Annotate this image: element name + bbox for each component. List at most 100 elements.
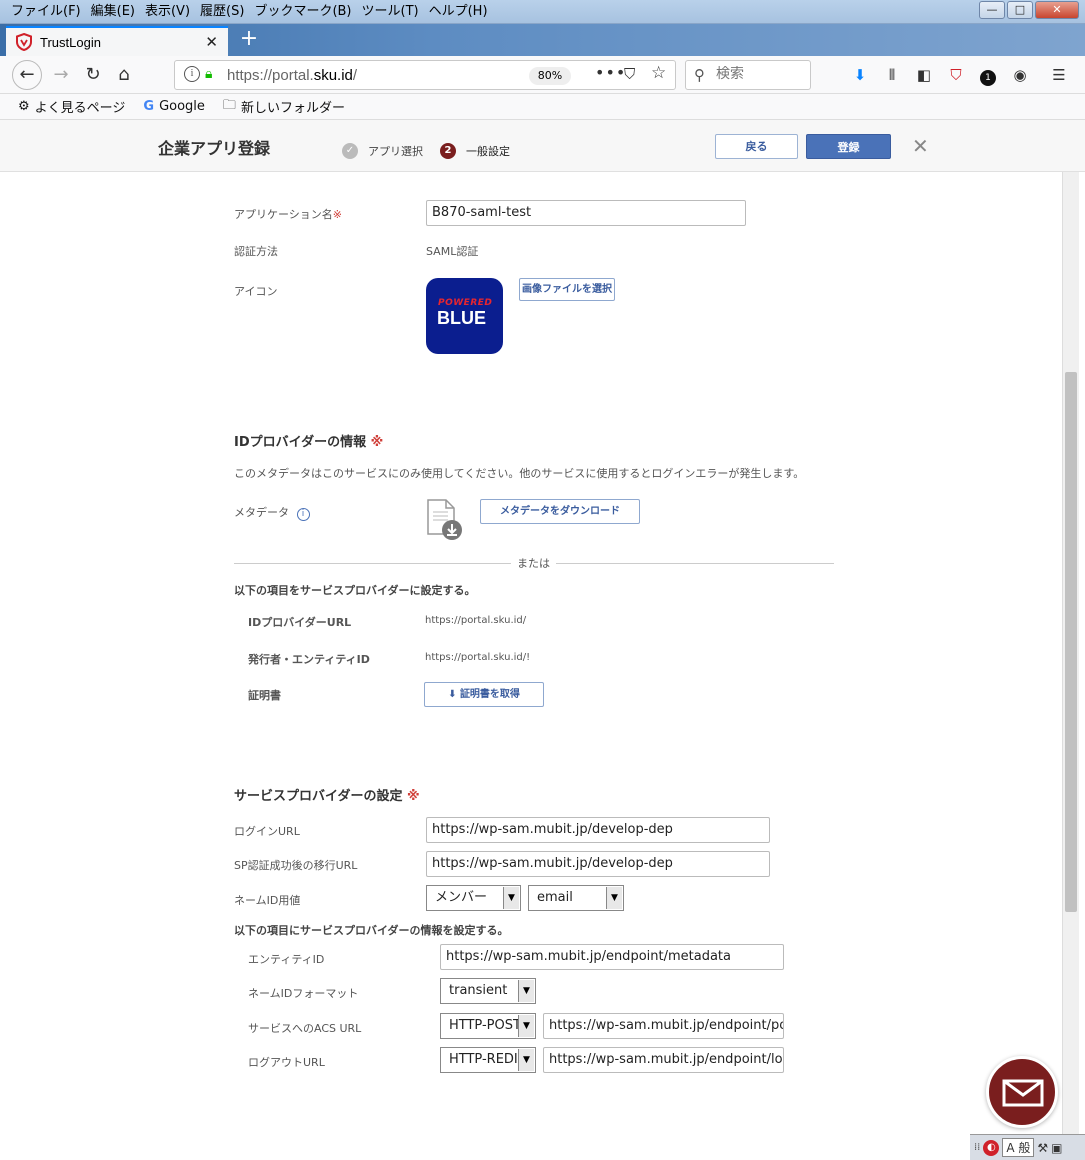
dropdown-arrow-icon: ▼ xyxy=(518,980,534,1002)
select-value: email xyxy=(537,890,573,905)
search-input[interactable] xyxy=(716,66,806,82)
menu-edit[interactable]: 編集(E) xyxy=(86,2,140,22)
bookmark-most-visited[interactable]: ⚙ よく見るページ xyxy=(18,97,125,116)
info-icon[interactable]: i xyxy=(296,508,310,521)
tray-tools-icon[interactable]: ⚒ xyxy=(1037,1141,1048,1155)
menu-history[interactable]: 履歴(S) xyxy=(195,2,249,22)
tab-title: TrustLogin xyxy=(40,34,101,50)
reload-icon[interactable]: ↻ xyxy=(79,61,107,89)
back-arrow-icon[interactable]: ← xyxy=(12,60,42,90)
url-bar[interactable]: i 🔒︎ https://portal.sku.id/ 80% ••• ⛉ ☆ xyxy=(174,60,676,90)
trustlogin-shield-icon xyxy=(16,33,32,51)
entity-id-label: エンティティID xyxy=(248,953,325,966)
tray-app-icon[interactable]: ◐ xyxy=(983,1139,1000,1156)
select-image-button[interactable]: 画像ファイルを選択 xyxy=(519,278,615,301)
trustlogin-extension-icon[interactable]: ⛉ xyxy=(945,65,967,87)
site-info-icon[interactable]: i xyxy=(184,66,200,82)
tab-trustlogin[interactable]: TrustLogin ✕ xyxy=(6,26,228,56)
bookmark-label: 新しいフォルダー xyxy=(240,101,345,116)
logout-url-input[interactable]: https://wp-sam.mubit.jp/endpoint/logou xyxy=(543,1047,784,1073)
auth-method-label: 認証方法 xyxy=(234,245,278,258)
idp-section-title: IDプロバイダーの情報 ※ xyxy=(234,431,383,450)
hamburger-menu-icon[interactable]: ☰ xyxy=(1048,65,1070,87)
lock-icon: 🔒︎ xyxy=(205,66,213,82)
certificate-label: 証明書 xyxy=(248,689,281,702)
menu-bookmarks[interactable]: ブックマーク(B) xyxy=(249,2,356,22)
minimize-button[interactable]: — xyxy=(979,1,1005,19)
library-icon[interactable]: ⫴ xyxy=(881,65,903,87)
step-label: 一般設定 xyxy=(466,145,510,158)
page-actions-icon[interactable]: ••• xyxy=(595,63,626,82)
dropdown-arrow-icon: ▼ xyxy=(606,887,622,909)
auth-method-value: SAML認証 xyxy=(426,245,479,258)
register-button[interactable]: 登録 xyxy=(806,134,891,159)
contact-mail-button[interactable] xyxy=(986,1056,1058,1128)
menu-help[interactable]: ヘルプ(H) xyxy=(424,2,493,22)
issuer-value: https://portal.sku.id/! xyxy=(425,652,529,663)
logout-binding-select[interactable]: HTTP-REDIR ▼ xyxy=(440,1047,536,1073)
home-icon[interactable]: ⌂ xyxy=(110,61,138,89)
required-mark: ※ xyxy=(407,789,420,804)
forward-arrow-icon[interactable]: → xyxy=(47,61,75,89)
idp-url-value: https://portal.sku.id/ xyxy=(425,615,527,626)
page-title: 企業アプリ登録 xyxy=(158,139,271,158)
nameid-format-select[interactable]: transient ▼ xyxy=(440,978,536,1004)
navigation-bar: ← → ↻ ⌂ i 🔒︎ https://portal.sku.id/ 80% … xyxy=(0,56,1085,94)
onepassword-icon[interactable]: 1 xyxy=(977,65,999,87)
bookmark-new-folder[interactable]: 🗀 新しいフォルダー xyxy=(223,96,345,118)
or-label: または xyxy=(511,555,556,571)
redirect-url-input[interactable]: https://wp-sam.mubit.jp/develop-dep xyxy=(426,851,770,877)
zoom-level-badge[interactable]: 80% xyxy=(529,67,571,85)
bookmark-star-icon[interactable]: ☆ xyxy=(651,63,666,83)
menu-view[interactable]: 表示(V) xyxy=(140,2,195,22)
close-icon[interactable]: ✕ xyxy=(912,134,929,158)
menu-tools[interactable]: ツール(T) xyxy=(357,2,424,22)
download-metadata-button[interactable]: メタデータをダウンロード xyxy=(480,499,640,524)
folder-icon: 🗀 xyxy=(222,97,236,113)
tray-box-icon[interactable]: ▣ xyxy=(1051,1141,1062,1155)
pocket-icon[interactable]: ⛉ xyxy=(624,65,635,83)
url-domain: sku.id xyxy=(313,67,353,84)
window-controls: — □ ✕ xyxy=(979,1,1079,19)
back-button[interactable]: 戻る xyxy=(715,134,798,159)
account-icon[interactable]: ◉ xyxy=(1009,65,1031,87)
search-box[interactable]: ⚲ xyxy=(685,60,811,90)
vertical-scrollbar[interactable] xyxy=(1062,172,1079,1134)
step-app-select: ✓ アプリ選択 xyxy=(342,143,423,159)
dropdown-arrow-icon: ▼ xyxy=(518,1015,534,1037)
select-value: メンバー xyxy=(435,890,488,905)
acs-binding-select[interactable]: HTTP-POST ▼ xyxy=(440,1013,536,1039)
bookmark-label: よく見るページ xyxy=(34,101,126,116)
dropdown-arrow-icon: ▼ xyxy=(518,1049,534,1071)
nameid-source-select[interactable]: メンバー ▼ xyxy=(426,885,521,911)
new-tab-button[interactable]: + xyxy=(236,26,262,52)
menu-file[interactable]: ファイル(F) xyxy=(6,2,86,22)
select-value: HTTP-POST xyxy=(449,1018,521,1033)
sidebar-icon[interactable]: ◧ xyxy=(913,65,935,87)
app-name-input[interactable]: B870-saml-test xyxy=(426,200,746,226)
login-url-input[interactable]: https://wp-sam.mubit.jp/develop-dep xyxy=(426,817,770,843)
bookmark-google[interactable]: G Google xyxy=(143,99,205,114)
icon-powered-text: POWERED xyxy=(438,298,493,308)
acs-url-input[interactable]: https://wp-sam.mubit.jp/endpoint/postR xyxy=(543,1013,784,1039)
login-url-label: ログインURL xyxy=(234,825,300,838)
section-title-text: サービスプロバイダーの設定 xyxy=(234,789,403,804)
acs-url-label: サービスへのACS URL xyxy=(248,1022,362,1035)
get-certificate-button[interactable]: ⬇ 証明書を取得 xyxy=(424,682,544,707)
icon-blue-text: BLUE xyxy=(437,308,486,328)
ime-indicator[interactable]: A 般 xyxy=(1002,1138,1035,1157)
sp-set-items-note: 以下の項目にサービスプロバイダーの情報を設定する。 xyxy=(234,924,509,937)
tab-close-icon[interactable]: ✕ xyxy=(205,33,218,51)
nameid-attribute-select[interactable]: email ▼ xyxy=(528,885,624,911)
app-name-label: アプリケーション名※ xyxy=(234,206,342,222)
entity-id-input[interactable]: https://wp-sam.mubit.jp/endpoint/metadat… xyxy=(440,944,784,970)
url-text[interactable]: https://portal.sku.id/ xyxy=(227,67,357,84)
download-icon[interactable]: ⬇ xyxy=(849,65,871,87)
main-content: アプリケーション名※ B870-saml-test 認証方法 SAML認証 アイ… xyxy=(0,172,1085,1134)
scrollbar-thumb[interactable] xyxy=(1065,372,1077,912)
label-text: メタデータ xyxy=(234,506,289,519)
maximize-button[interactable]: □ xyxy=(1007,1,1033,19)
required-mark: ※ xyxy=(332,208,342,221)
button-label: 証明書を取得 xyxy=(459,689,520,700)
window-close-button[interactable]: ✕ xyxy=(1035,1,1079,19)
